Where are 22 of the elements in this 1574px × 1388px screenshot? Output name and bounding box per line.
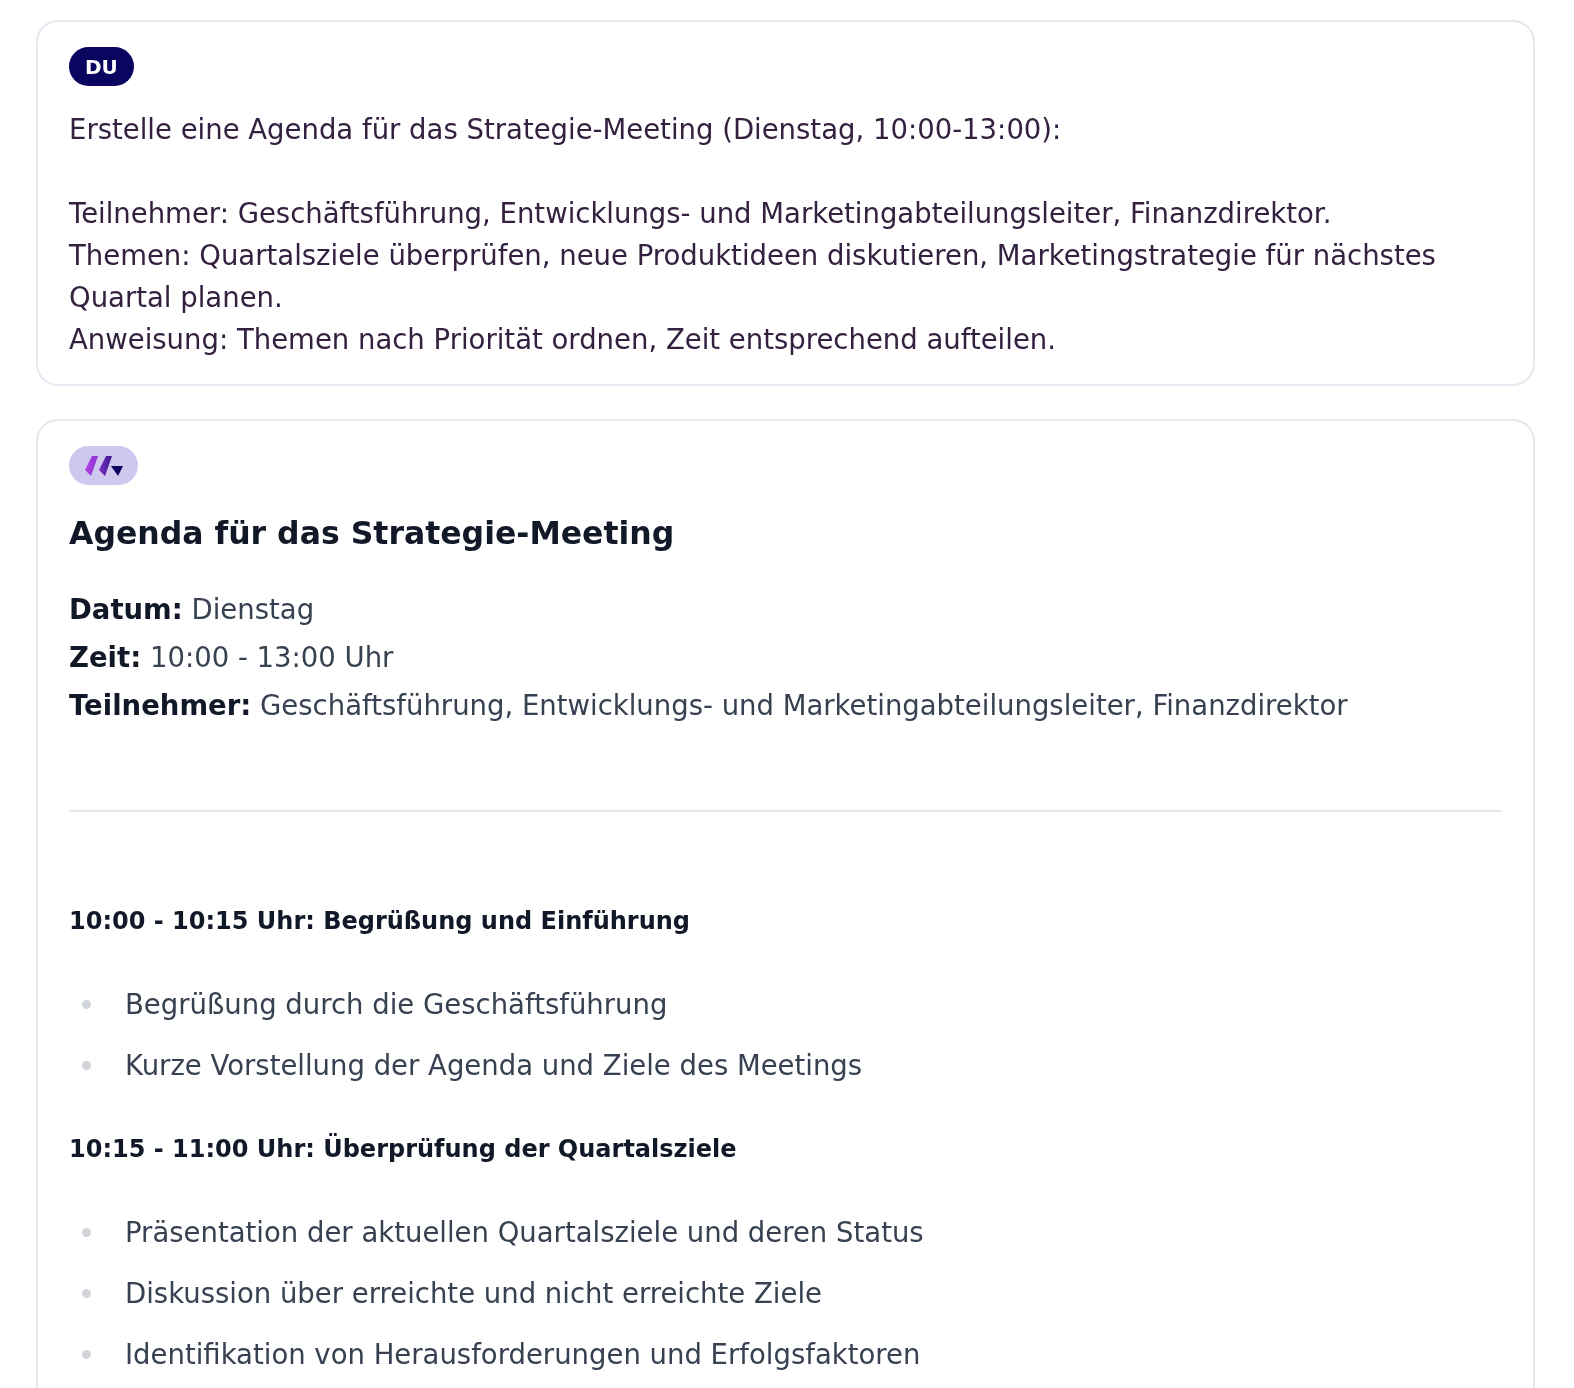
- meeting-detail: Datum: Dienstag: [69, 592, 316, 627]
- logo-icon: [84, 455, 123, 476]
- bullet-icon: [82, 1288, 91, 1298]
- user-badge: DU: [69, 47, 134, 86]
- meeting-detail: Teilnehmer: Geschäftsführung, Entwicklungs- und Marketingabteilungsleiter, Finanzdirektor: [69, 688, 1349, 723]
- message-text: Anweisung: Themen nach Priorität ordnen, Zeit entsprechend aufteilen.: [69, 322, 1057, 357]
- agenda-title: Agenda für das Strategie-Meeting: [69, 514, 676, 553]
- agenda-section-heading: 10:00 - 10:15 Uhr: Begrüßung und Einführung: [69, 906, 692, 936]
- bullet-icon: [82, 1060, 91, 1070]
- meeting-detail: Zeit: 10:00 - 13:00 Uhr: [69, 640, 395, 675]
- message-text: Themen: Quartalsziele überprüfen, neue Produktideen diskutieren, Marketingstrategie für nächstes Quartal planen.: [69, 238, 1437, 315]
- message-text: Teilnehmer: Geschäftsführung, Entwicklungs- und Marketingabteilungsleiter, Finanzdirektor.: [69, 196, 1333, 231]
- bullet-icon: [82, 999, 91, 1009]
- message-text: Erstelle eine Agenda für das Strategie-Meeting (Dienstag, 10:00-13:00):: [69, 112, 1063, 147]
- agenda-item: Präsentation der aktuellen Quartalsziele und deren Status: [125, 1215, 924, 1250]
- bullet-icon: [82, 1349, 91, 1359]
- agenda-item: Kurze Vorstellung der Agenda und Ziele des Meetings: [125, 1048, 863, 1083]
- agenda-section-heading: 10:15 - 11:00 Uhr: Überprüfung der Quartalsziele: [69, 1134, 738, 1164]
- agenda-item: Identifikation von Herausforderungen und Erfolgsfaktoren: [125, 1337, 921, 1372]
- agenda-item: Begrüßung durch die Geschäftsführung: [125, 987, 668, 1022]
- bullet-icon: [82, 1227, 91, 1237]
- agenda-item: Diskussion über erreichte und nicht erreichte Ziele: [125, 1276, 822, 1311]
